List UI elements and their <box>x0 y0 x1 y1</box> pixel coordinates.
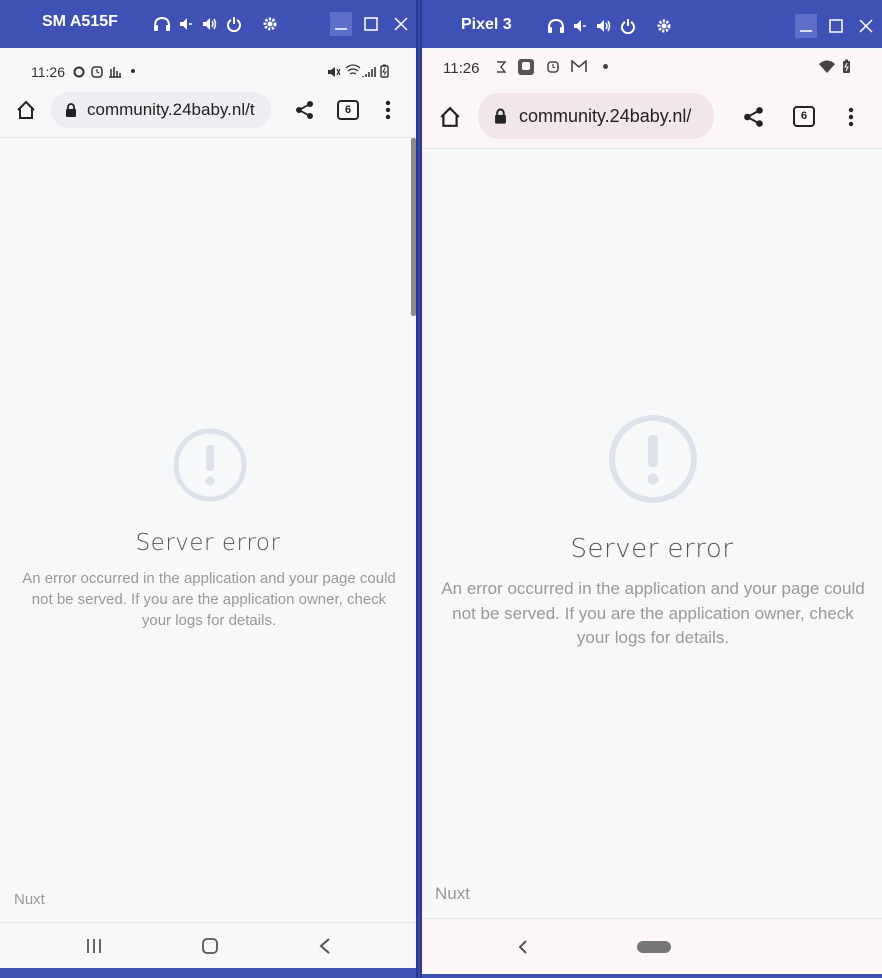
page-content: Server error An error occurred in the ap… <box>0 139 416 922</box>
nuxt-label: Nuxt <box>435 884 470 903</box>
error-icon <box>608 414 698 509</box>
window-bottom-border <box>422 974 882 978</box>
gear-icon[interactable] <box>258 14 282 34</box>
error-message: An error occurred in the application and… <box>441 579 865 647</box>
nav-bar <box>422 918 882 974</box>
home-icon[interactable] <box>16 100 36 125</box>
page-content: Server error An error occurred in the ap… <box>422 150 882 918</box>
signal-icon <box>362 65 376 81</box>
window-titlebar: Pixel 3 <box>422 0 882 48</box>
wifi-icon <box>819 60 835 77</box>
status-time: 11:26 <box>31 64 65 80</box>
error-title: Server error <box>570 534 734 564</box>
url-text: community.24baby.nl/t <box>87 100 255 119</box>
emulator-window-pixel: Pixel 3 11:26 community.24baby.nl/ 6 Ser… <box>420 0 882 978</box>
volume-up-icon[interactable] <box>592 16 616 36</box>
battery-icon <box>842 59 851 77</box>
headphones-icon[interactable] <box>544 16 568 36</box>
alarm-icon <box>91 65 103 81</box>
emulator-window-samsung: SM A515F 11:26 community.24baby.nl/t 6 S… <box>0 0 418 978</box>
home-button-icon[interactable] <box>201 937 219 960</box>
device-name: SM A515F <box>42 13 118 30</box>
browser-toolbar: community.24baby.nl/t 6 <box>0 82 416 138</box>
minimize-button[interactable] <box>330 12 352 36</box>
error-icon <box>172 427 248 508</box>
error-title: Server error <box>135 530 281 556</box>
home-pill-handle[interactable] <box>637 941 671 953</box>
lock-icon <box>494 108 507 124</box>
maximize-button[interactable] <box>825 14 847 38</box>
device-name: Pixel 3 <box>461 16 512 33</box>
close-button[interactable] <box>390 12 412 36</box>
lock-icon <box>65 103 77 117</box>
notification-dot-icon <box>131 69 135 73</box>
alarm-icon <box>547 60 559 76</box>
close-button[interactable] <box>855 14 877 38</box>
sync-icon <box>73 65 85 81</box>
more-menu-icon[interactable] <box>848 106 854 133</box>
chart-icon <box>108 65 122 81</box>
battery-icon <box>380 64 389 81</box>
back-icon[interactable] <box>318 937 332 960</box>
home-icon[interactable] <box>439 106 461 133</box>
power-icon[interactable] <box>616 16 640 36</box>
error-message: An error occurred in the application and… <box>22 570 396 629</box>
status-bar: 11:26 <box>422 50 882 86</box>
back-icon[interactable] <box>518 940 528 959</box>
headphones-icon[interactable] <box>150 14 174 34</box>
maximize-button[interactable] <box>360 12 382 36</box>
status-time: 11:26 <box>443 60 480 77</box>
recents-icon[interactable] <box>86 938 102 959</box>
url-bar[interactable]: community.24baby.nl/ <box>478 93 714 139</box>
share-icon[interactable] <box>743 106 765 133</box>
volume-down-icon[interactable] <box>568 16 592 36</box>
minimize-button[interactable] <box>795 14 817 38</box>
share-icon[interactable] <box>295 100 315 125</box>
url-bar[interactable]: community.24baby.nl/t <box>51 92 271 128</box>
nuxt-label: Nuxt <box>14 891 45 908</box>
more-menu-icon[interactable] <box>385 100 391 125</box>
accessibility-icon <box>494 60 508 77</box>
scrollbar[interactable] <box>411 138 416 316</box>
wifi-icon <box>345 64 361 80</box>
volume-up-icon[interactable] <box>198 14 222 34</box>
gear-icon[interactable] <box>652 16 676 36</box>
app-notification-icon <box>518 59 534 78</box>
tab-switcher-button[interactable]: 6 <box>337 100 359 120</box>
mute-icon <box>327 65 341 81</box>
window-titlebar: SM A515F <box>0 0 416 48</box>
gmail-icon <box>571 59 587 76</box>
volume-down-icon[interactable] <box>174 14 198 34</box>
tab-switcher-button[interactable]: 6 <box>793 106 815 127</box>
window-bottom-border <box>0 968 416 978</box>
notification-dot-icon <box>603 64 608 69</box>
url-text: community.24baby.nl/ <box>519 105 692 126</box>
power-icon[interactable] <box>222 14 246 34</box>
browser-toolbar: community.24baby.nl/ 6 <box>422 86 882 149</box>
nav-bar <box>0 922 416 968</box>
